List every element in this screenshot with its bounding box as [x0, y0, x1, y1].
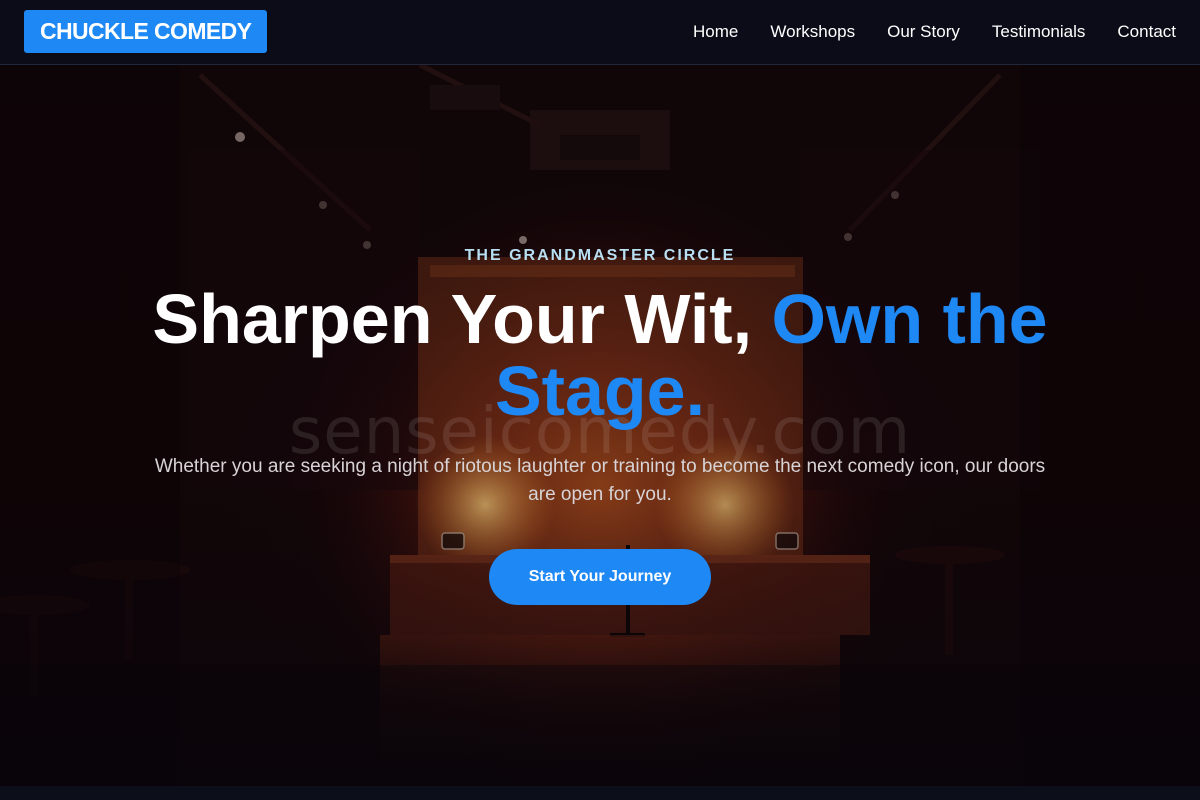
- next-section-edge: [0, 786, 1200, 800]
- nav-link-home[interactable]: Home: [693, 22, 738, 42]
- hero-eyebrow: THE GRANDMASTER CIRCLE: [464, 247, 736, 264]
- navbar: CHUCKLE COMEDY Home Workshops Our Story …: [0, 0, 1200, 65]
- hero-subtext: Whether you are seeking a night of rioto…: [154, 456, 1046, 505]
- nav-link-our-story[interactable]: Our Story: [887, 22, 960, 42]
- nav-link-testimonials[interactable]: Testimonials: [992, 22, 1086, 42]
- hero-headline: Sharpen Your Wit, Own the Stage.: [150, 283, 1050, 427]
- headline-plain: Sharpen Your Wit,: [152, 280, 772, 358]
- hero-section: senseicomedy.com THE GRANDMASTER CIRCLE …: [0, 65, 1200, 786]
- logo[interactable]: CHUCKLE COMEDY: [24, 10, 268, 53]
- hero-content: THE GRANDMASTER CIRCLE Sharpen Your Wit,…: [0, 65, 1200, 786]
- nav-link-contact[interactable]: Contact: [1117, 22, 1176, 42]
- nav-link-workshops[interactable]: Workshops: [770, 22, 855, 42]
- start-journey-button[interactable]: Start Your Journey: [489, 549, 711, 605]
- nav-links: Home Workshops Our Story Testimonials Co…: [693, 0, 1176, 64]
